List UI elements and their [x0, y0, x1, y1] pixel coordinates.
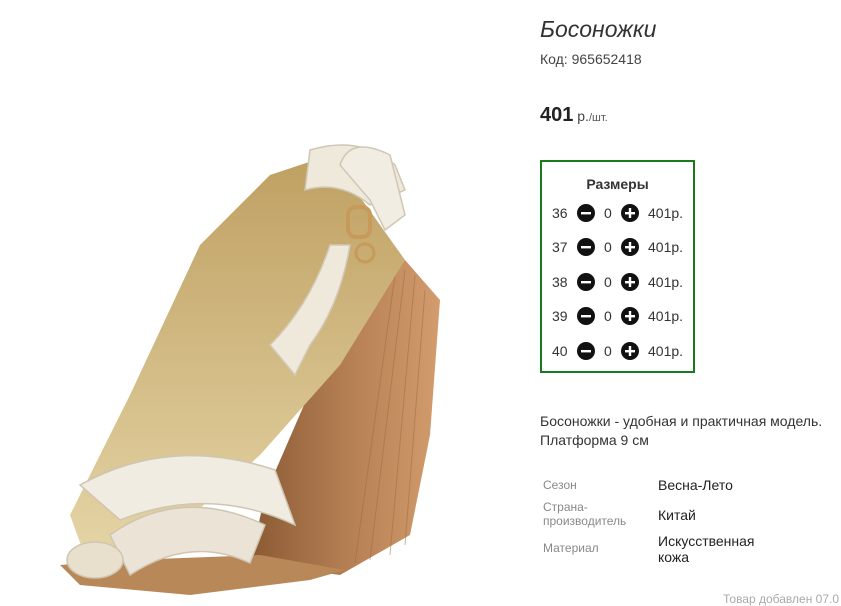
price-amount: 401: [540, 104, 574, 126]
plus-circle-icon[interactable]: [621, 204, 639, 222]
minus-circle-icon[interactable]: [577, 204, 595, 222]
size-row: 37 0 401р.: [542, 238, 693, 258]
product-info: Босоножки Код: 965652418 401 р./шт. Разм…: [540, 0, 841, 606]
quantity-value: 0: [604, 239, 612, 255]
plus-circle-icon[interactable]: [621, 273, 639, 291]
plus-circle-icon[interactable]: [621, 342, 639, 360]
size-price: 401р.: [648, 308, 684, 324]
minus-circle-icon[interactable]: [577, 238, 595, 256]
spec-key: Сезон: [543, 478, 577, 492]
size-row: 36 0 401р.: [542, 204, 693, 224]
product-image[interactable]: [10, 15, 515, 601]
quantity-value: 0: [604, 308, 612, 324]
size-price: 401р.: [648, 274, 684, 290]
sandal-illustration: [60, 144, 440, 595]
price-unit: /шт.: [588, 112, 608, 124]
product-description: Босоножки - удобная и практичная модель.…: [540, 413, 823, 448]
size-value: 40: [552, 343, 568, 359]
product-code: Код: 965652418: [540, 51, 642, 67]
quantity-value: 0: [604, 274, 612, 290]
size-price: 401р.: [648, 239, 684, 255]
size-row: 40 0 401р.: [542, 342, 693, 362]
product-price: 401 р./шт.: [540, 104, 608, 127]
minus-circle-icon[interactable]: [577, 273, 595, 291]
size-value: 38: [552, 274, 568, 290]
spec-value: Искусственная кожа: [658, 533, 755, 565]
minus-circle-icon[interactable]: [577, 342, 595, 360]
spec-key: Страна-производитель: [543, 500, 627, 528]
sizes-panel: Размеры 36 0 401р. 37 0 401р. 38 0 401р.…: [540, 160, 695, 373]
added-date-note: Товар добавлен 07.0: [723, 592, 840, 606]
plus-circle-icon[interactable]: [621, 238, 639, 256]
size-value: 39: [552, 308, 568, 324]
spec-value: Китай: [658, 507, 696, 523]
size-row: 39 0 401р.: [542, 307, 693, 327]
size-price: 401р.: [648, 205, 684, 221]
minus-circle-icon[interactable]: [577, 307, 595, 325]
plus-circle-icon[interactable]: [621, 307, 639, 325]
spec-value: Весна-Лето: [658, 477, 733, 493]
size-row: 38 0 401р.: [542, 273, 693, 293]
size-value: 37: [552, 239, 568, 255]
sizes-title: Размеры: [586, 176, 649, 192]
quantity-value: 0: [604, 343, 612, 359]
quantity-value: 0: [604, 205, 612, 221]
price-currency: р.: [577, 108, 589, 124]
size-price: 401р.: [648, 343, 684, 359]
size-value: 36: [552, 205, 568, 221]
product-title: Босоножки: [540, 16, 657, 42]
spec-key: Материал: [543, 541, 599, 555]
